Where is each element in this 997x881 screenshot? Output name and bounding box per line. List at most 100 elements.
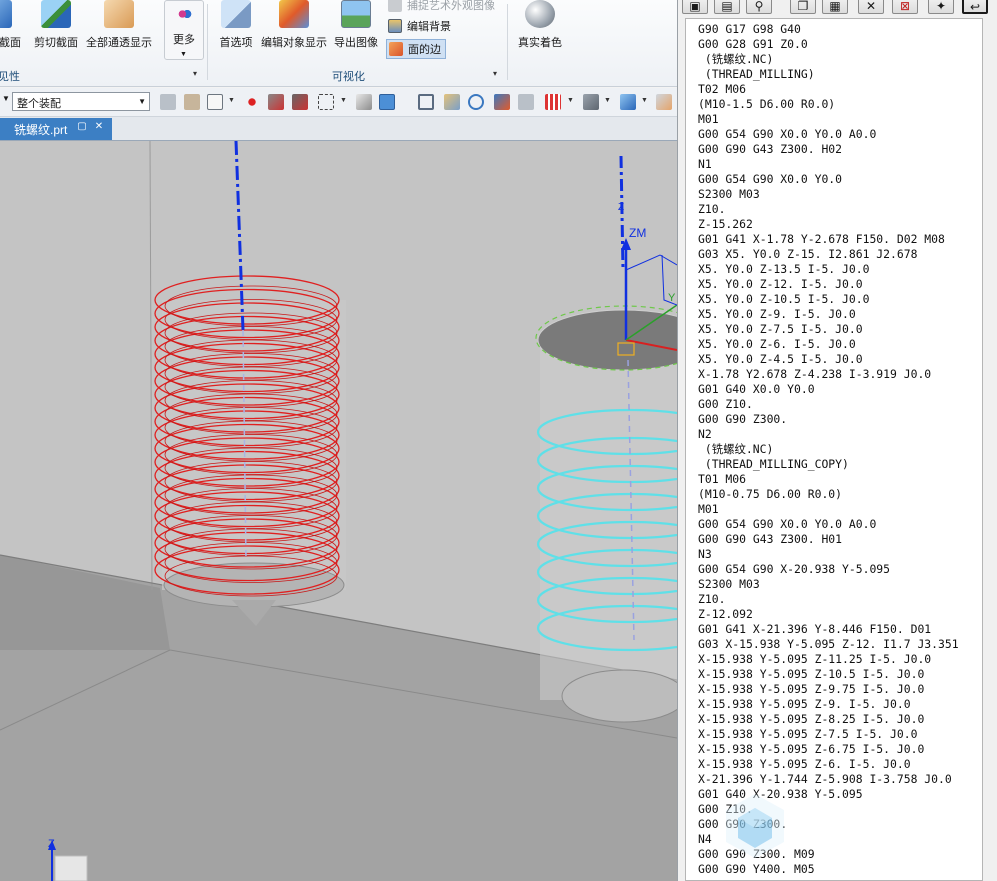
nc-line: X-15.938 Y-5.095 Z-9. I-5. J0.0 bbox=[698, 697, 911, 711]
paste-icon[interactable]: ▦ bbox=[822, 0, 848, 14]
chevron-down-icon: ▼ bbox=[138, 97, 146, 106]
document-tab[interactable]: 铣螺纹.prt ▢ ✕ bbox=[0, 118, 112, 140]
target-icon[interactable] bbox=[292, 94, 308, 110]
dropdown-arrow-icon[interactable]: ▼ bbox=[604, 97, 611, 104]
crosshair-icon[interactable] bbox=[244, 94, 260, 110]
assembly-scope-select[interactable]: 整个装配 ▼ bbox=[12, 92, 150, 111]
nc-line: (THREAD_MILLING_COPY) bbox=[698, 457, 849, 471]
nc-line: G03 X-15.938 Y-5.095 Z-12. I1.7 J3.351 bbox=[698, 637, 959, 651]
view-cube-icon[interactable] bbox=[54, 855, 88, 881]
more-icon bbox=[176, 7, 192, 21]
edit-object-display-icon bbox=[279, 0, 309, 28]
more-tools-icon[interactable] bbox=[656, 94, 672, 110]
select-feature-icon[interactable] bbox=[160, 94, 176, 110]
nc-line: (M10-0.75 D6.00 R0.0) bbox=[698, 487, 843, 501]
nc-line: X-21.396 Y-1.744 Z-5.908 I-3.758 J0.0 bbox=[698, 772, 952, 786]
edit-background-label: 编辑背景 bbox=[407, 21, 451, 33]
point-snap-icon[interactable] bbox=[268, 94, 284, 110]
true-shading-button[interactable]: 真实着色 bbox=[514, 0, 566, 62]
capture-artistic-image-button[interactable]: 捕捉艺术外观图像 bbox=[388, 0, 495, 14]
nc-line: X-15.938 Y-5.095 Z-11.25 I-5. J0.0 bbox=[698, 652, 932, 666]
nc-line: X-15.938 Y-5.095 Z-6.75 I-5. J0.0 bbox=[698, 742, 925, 756]
view-orient-icon[interactable] bbox=[518, 94, 534, 110]
section-label: 截面 bbox=[0, 37, 21, 49]
layer-icon[interactable] bbox=[545, 94, 561, 110]
transparency-icon bbox=[104, 0, 134, 28]
nc-line: X-15.938 Y-5.095 Z-10.5 I-5. J0.0 bbox=[698, 667, 925, 681]
edit-background-button[interactable]: 编辑背景 bbox=[388, 17, 451, 35]
nc-line: Z-15.262 bbox=[698, 217, 753, 231]
right-tool-axis bbox=[619, 155, 625, 271]
export-image-icon bbox=[341, 0, 371, 28]
preferences-button[interactable]: 首选项 bbox=[215, 0, 257, 62]
fit-view-icon[interactable] bbox=[418, 94, 434, 110]
nc-line: T01 M06 bbox=[698, 472, 747, 486]
nc-line: X5. Y0.0 Z-9. I-5. J0.0 bbox=[698, 307, 856, 321]
watermark-cube-icon bbox=[726, 794, 784, 858]
nc-line: T02 M06 bbox=[698, 82, 747, 96]
face-edges-label: 面的边 bbox=[408, 44, 441, 56]
save-icon[interactable]: ▣ bbox=[682, 0, 708, 14]
graphics-viewport[interactable]: ZM Y Z Z bbox=[0, 141, 677, 881]
snap-icon[interactable] bbox=[184, 94, 200, 110]
dropdown-arrow-icon[interactable]: ▼ bbox=[641, 97, 648, 104]
cube-view-icon[interactable] bbox=[620, 94, 636, 110]
nc-line: (THREAD_MILLING) bbox=[698, 67, 815, 81]
document-tab-bar: 铣螺纹.prt ▢ ✕ bbox=[0, 117, 677, 141]
nc-code-listing[interactable]: G90 G17 G98 G40 G00 G28 G91 Z0.0 (铣螺纹.NC)… bbox=[685, 18, 983, 881]
rectangle-select-icon[interactable] bbox=[318, 94, 334, 110]
add-point-icon[interactable] bbox=[207, 94, 223, 110]
shaded-view-icon[interactable] bbox=[356, 94, 372, 110]
nc-program-window: ▣ ▤ ⚲ ❐ ▦ ✕ ⊠ ✦ ↩ G90 G17 G98 G40 G00 G28… bbox=[677, 0, 997, 881]
toolbar-dropdown-icon[interactable]: ▼ bbox=[2, 94, 10, 103]
clip-section-button[interactable]: 剪切截面 bbox=[32, 0, 80, 62]
nc-line: S2300 M03 bbox=[698, 187, 760, 201]
document-modified-icon: ▢ bbox=[77, 121, 87, 132]
dropdown-arrow-icon[interactable]: ▼ bbox=[567, 97, 574, 104]
nc-line: G00 G54 G90 X-20.938 Y-5.095 bbox=[698, 562, 891, 576]
settings-icon[interactable]: ✦ bbox=[928, 0, 954, 14]
export-image-label: 导出图像 bbox=[334, 37, 378, 49]
nc-toolbar: ▣ ▤ ⚲ ❐ ▦ ✕ ⊠ ✦ ↩ bbox=[678, 0, 997, 16]
face-edges-toggle[interactable]: 面的边 bbox=[386, 39, 446, 59]
nc-line: G90 G17 G98 G40 bbox=[698, 22, 801, 36]
zoom-icon[interactable] bbox=[444, 94, 460, 110]
copy-icon[interactable]: ❐ bbox=[790, 0, 816, 14]
rotate-icon[interactable] bbox=[468, 94, 484, 110]
clip-section-label: 剪切截面 bbox=[34, 37, 78, 49]
nc-line: G03 X5. Y0.0 Z-15. I2.861 J2.678 bbox=[698, 247, 918, 261]
y-label: Y bbox=[668, 292, 676, 304]
nc-line: N1 bbox=[698, 157, 712, 171]
shaded-with-edges-icon[interactable] bbox=[379, 94, 395, 110]
edit-object-display-button[interactable]: 编辑对象显示 bbox=[258, 0, 330, 62]
close-icon[interactable]: ✕ bbox=[93, 121, 105, 135]
section-button[interactable]: 截面 bbox=[0, 0, 30, 62]
delete-icon[interactable]: ⊠ bbox=[892, 0, 918, 14]
nc-line: G01 G41 X-1.78 Y-2.678 F150. D02 M08 bbox=[698, 232, 945, 246]
edit-object-display-label: 编辑对象显示 bbox=[261, 37, 327, 49]
background-icon bbox=[388, 19, 402, 33]
dropdown-arrow-icon[interactable]: ▼ bbox=[228, 97, 235, 104]
find-icon[interactable]: ⚲ bbox=[746, 0, 772, 14]
group-expand-icon[interactable]: ▾ bbox=[193, 69, 197, 78]
cut-icon[interactable]: ✕ bbox=[858, 0, 884, 14]
true-shading-label: 真实着色 bbox=[518, 37, 562, 49]
nc-line: X5. Y0.0 Z-6. I-5. J0.0 bbox=[698, 337, 856, 351]
zm-label: ZM bbox=[629, 226, 646, 240]
more-button[interactable]: 更多 ▼ bbox=[164, 0, 204, 60]
show-all-transparent-button[interactable]: 全部通透显示 bbox=[84, 0, 154, 62]
nc-line: N3 bbox=[698, 547, 712, 561]
preferences-label: 首选项 bbox=[219, 37, 253, 49]
show-all-transparent-label: 全部通透显示 bbox=[86, 37, 152, 49]
nc-line: Z10. bbox=[698, 592, 726, 606]
nc-line: X-15.938 Y-5.095 Z-8.25 I-5. J0.0 bbox=[698, 712, 925, 726]
wrap-icon[interactable]: ↩ bbox=[962, 0, 988, 14]
nc-line: M01 bbox=[698, 112, 719, 126]
dropdown-arrow-icon[interactable]: ▼ bbox=[340, 97, 347, 104]
export-image-button[interactable]: 导出图像 bbox=[332, 0, 380, 62]
print-icon[interactable]: ▤ bbox=[714, 0, 740, 14]
render-style-icon[interactable] bbox=[583, 94, 599, 110]
pan-icon[interactable] bbox=[494, 94, 510, 110]
group-expand-icon[interactable]: ▾ bbox=[493, 69, 497, 78]
more-label: 更多 bbox=[173, 34, 195, 46]
